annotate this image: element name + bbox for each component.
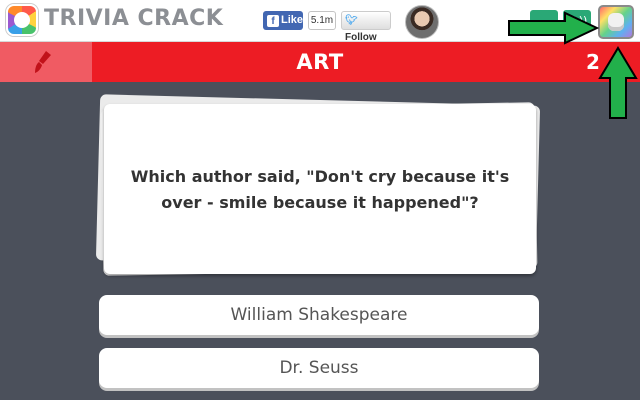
trivia-crack-logo-icon — [6, 4, 38, 36]
facebook-icon: f — [267, 15, 279, 27]
facebook-like-button[interactable]: f Like — [263, 11, 303, 30]
answer-option-2[interactable]: Dr. Seuss — [99, 348, 539, 388]
question-text: Which author said, "Don't cry because it… — [130, 167, 510, 212]
game-area: Which author said, "Don't cry because it… — [0, 82, 640, 400]
category-bar: ART 2 — [0, 42, 640, 82]
question-card: Which author said, "Don't cry because it… — [104, 104, 536, 274]
up-arrow-icon — [598, 46, 638, 119]
twitter-bird-icon: 🐦︎ — [345, 15, 358, 26]
category-title: ART — [296, 50, 344, 74]
facebook-like-label: Like — [281, 14, 304, 26]
right-arrow-icon — [508, 11, 599, 45]
app-title: TRIVIA CRACK — [44, 6, 224, 31]
answer-option-1[interactable]: William Shakespeare — [99, 295, 539, 335]
user-avatar[interactable] — [405, 5, 439, 39]
facebook-like-count: 5.1m — [308, 11, 336, 30]
twitter-follow-button[interactable]: 🐦︎Follow — [341, 11, 391, 43]
character-button[interactable] — [598, 5, 634, 39]
